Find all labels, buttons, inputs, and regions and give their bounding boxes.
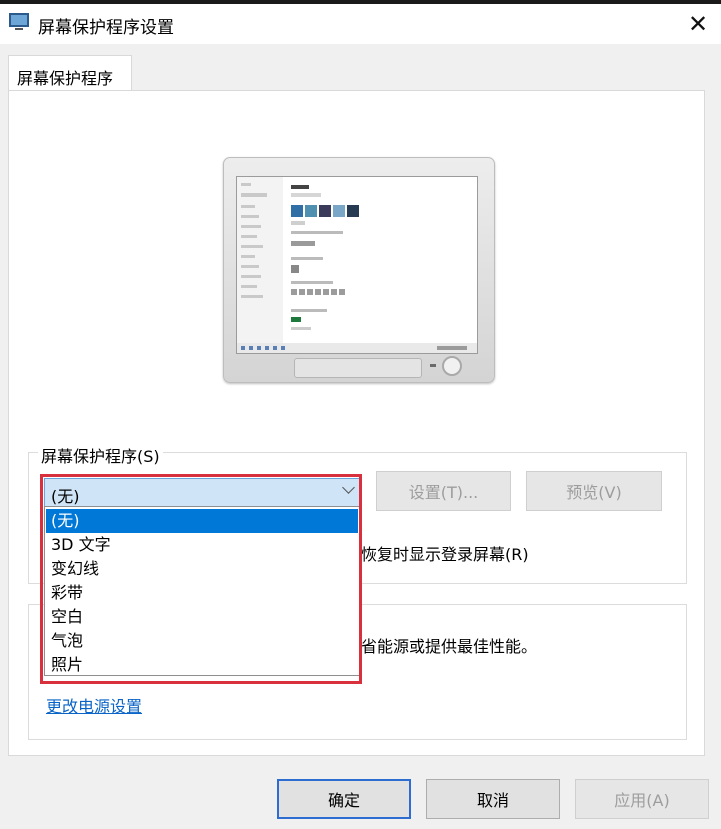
power-description: 省能源或提供最佳性能。: [361, 637, 538, 656]
preview-screen: [236, 176, 478, 354]
chevron-down-icon: [342, 481, 355, 494]
change-power-settings-link[interactable]: 更改电源设置: [46, 693, 142, 717]
preview-button[interactable]: 预览(V): [526, 471, 662, 511]
monitor-preview: [223, 157, 495, 383]
ok-button[interactable]: 确定: [277, 779, 411, 819]
close-icon: ✕: [687, 10, 709, 38]
title-bar: 屏幕保护程序设置 ✕: [0, 0, 721, 44]
close-button[interactable]: ✕: [675, 4, 721, 44]
list-item-3d-text[interactable]: 3D 文字: [46, 533, 358, 557]
window-title: 屏幕保护程序设置: [38, 18, 174, 38]
resume-login-label[interactable]: 恢复时显示登录屏幕(R): [361, 541, 529, 565]
desktop-thumbnail: [237, 177, 477, 353]
tab-screensaver[interactable]: 屏幕保护程序: [8, 55, 132, 91]
list-item-photos[interactable]: 照片: [46, 653, 358, 677]
power-led: [430, 364, 436, 367]
screensaver-group-label: 屏幕保护程序(S): [38, 443, 163, 467]
screensaver-app-icon: [9, 13, 29, 30]
screensaver-combobox[interactable]: (无): [44, 478, 360, 508]
list-item-bubbles[interactable]: 气泡: [46, 629, 358, 653]
settings-button[interactable]: 设置(T)...: [376, 471, 511, 511]
list-item-none[interactable]: (无): [46, 509, 358, 533]
cancel-button[interactable]: 取消: [426, 779, 560, 819]
list-item-mystify[interactable]: 变幻线: [46, 557, 358, 581]
combo-selected-value: (无): [51, 487, 80, 506]
monitor-power-icon: [442, 356, 462, 376]
monitor-base-slot: [294, 358, 422, 378]
screensaver-dropdown-list: (无) 3D 文字 变幻线 彩带 空白 气泡 照片: [44, 506, 360, 676]
apply-button[interactable]: 应用(A): [575, 779, 709, 819]
list-item-blank[interactable]: 空白: [46, 605, 358, 629]
list-item-ribbons[interactable]: 彩带: [46, 581, 358, 605]
